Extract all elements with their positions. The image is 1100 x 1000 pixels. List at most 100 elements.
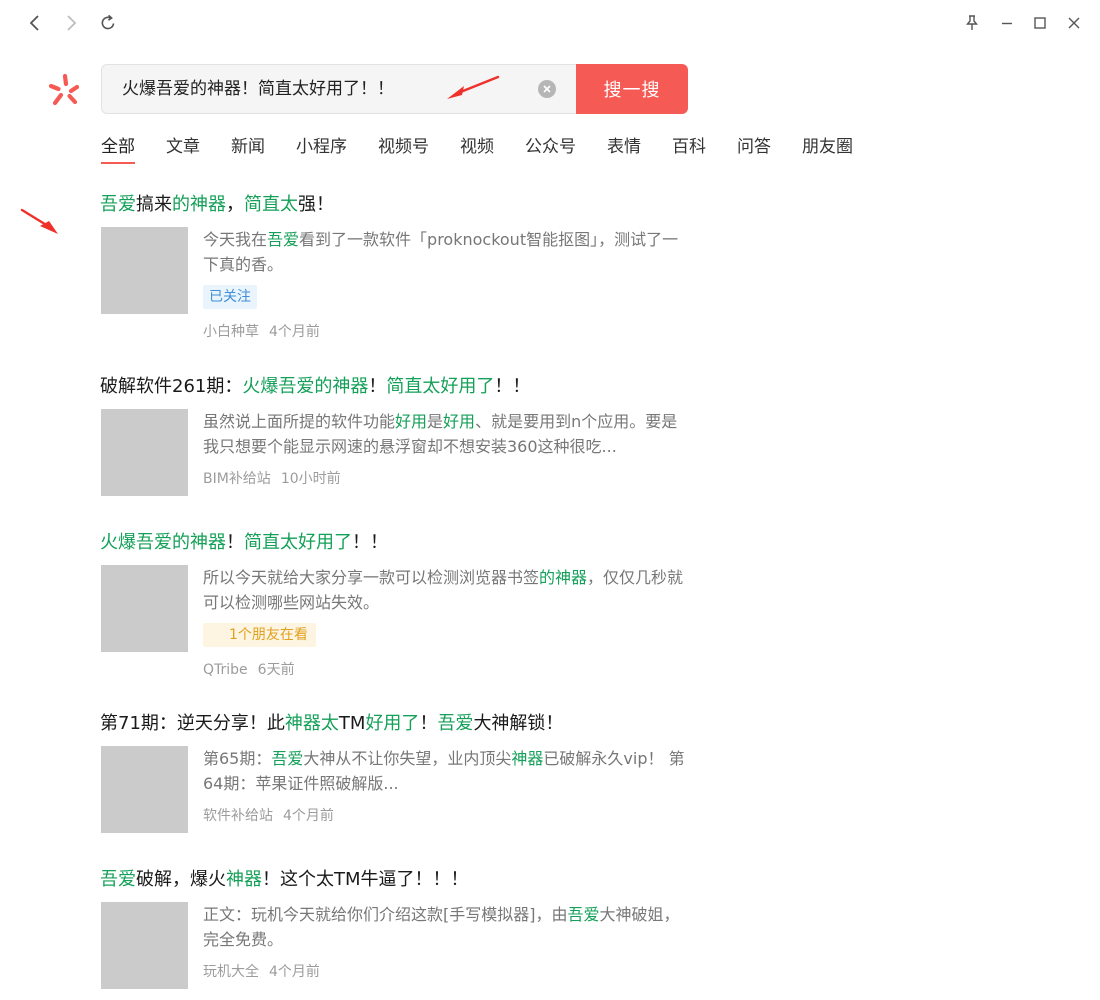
highlighted-keyword: 简直太好用了 <box>244 532 352 553</box>
text-segment: 强！ <box>298 194 334 215</box>
result-meta: 玩机大全 4个月前 <box>203 961 320 981</box>
maximize-button[interactable] <box>1029 12 1051 34</box>
result-thumbnail <box>101 409 188 496</box>
result-snippet: 所以今天就给大家分享一款可以检测浏览器书签的神器，仅仅几秒就可以检测哪些网站失效… <box>203 565 691 615</box>
clear-search-button[interactable] <box>538 80 556 98</box>
tab-articles[interactable]: 文章 <box>166 134 200 164</box>
result-snippet: 虽然说上面所提的软件功能好用是好用、就是要用到n个应用。要是我只想要个能显示网速… <box>203 409 691 459</box>
highlighted-keyword: 吾爱 <box>100 869 136 890</box>
search-button[interactable]: 搜一搜 <box>576 64 688 114</box>
result-title[interactable]: 破解软件261期：火爆吾爱的神器！简直太好用了！！ <box>100 374 701 400</box>
text-segment: 虽然说上面所提的软件功能 <box>203 412 396 431</box>
result-meta: 软件补给站 4个月前 <box>203 805 334 825</box>
result-item[interactable]: 吾爱破解，爆火神器！这个太TM牛逼了！！！ 正文：玩机今天就给你们介绍这款[手写… <box>100 867 701 1000</box>
chevron-right-icon <box>67 15 77 31</box>
result-source[interactable]: QTribe <box>203 662 248 678</box>
text-segment: 所以今天就给大家分享一款可以检测浏览器书签 <box>203 568 540 587</box>
highlighted-keyword: 神器 <box>511 749 544 768</box>
highlighted-keyword: 火爆吾爱的神器 <box>100 532 226 553</box>
followed-badge: 已关注 <box>203 285 257 309</box>
text-segment: ！ <box>226 532 244 553</box>
result-title[interactable]: 吾爱破解，爆火神器！这个太TM牛逼了！！！ <box>100 867 701 893</box>
result-title[interactable]: 火爆吾爱的神器！简直太好用了！！ <box>100 530 701 556</box>
tab-encyclopedia[interactable]: 百科 <box>672 134 706 164</box>
text-segment: 破解软件261期： <box>100 376 243 397</box>
text-segment: ！！ <box>352 532 388 553</box>
result-source[interactable]: BIM补给站 <box>203 471 271 487</box>
tab-videos[interactable]: 视频 <box>460 134 494 164</box>
highlighted-keyword: 火爆吾爱的神器 <box>242 376 369 397</box>
refresh-icon <box>101 14 115 30</box>
text-segment: ！ <box>419 713 438 734</box>
highlighted-keyword: 好用 <box>395 412 428 431</box>
highlighted-keyword: 简直太好用了 <box>386 376 495 397</box>
result-snippet: 第65期：吾爱大神从不让你失望，业内顶尖神器已破解永久vip！ 第64期：苹果证… <box>203 746 691 796</box>
highlighted-keyword: 好用了 <box>365 713 420 734</box>
text-segment: 今天我在 <box>203 230 268 249</box>
pin-button[interactable] <box>961 12 983 34</box>
result-source[interactable]: 小白种草 <box>203 324 259 340</box>
tab-channels[interactable]: 视频号 <box>378 134 429 164</box>
highlighted-keyword: 神器太 <box>284 713 339 734</box>
result-meta: BIM补给站 10小时前 <box>203 468 341 488</box>
result-item[interactable]: 破解软件261期：火爆吾爱的神器！简直太好用了！！ 虽然说上面所提的软件功能好用… <box>100 374 701 519</box>
forward-button[interactable] <box>60 12 82 34</box>
highlighted-keyword: 吾爱 <box>271 749 304 768</box>
back-button[interactable] <box>24 12 46 34</box>
text-segment: 第65期： <box>203 749 272 768</box>
result-thumbnail <box>101 902 188 989</box>
search-input[interactable]: 火爆吾爱的神器！简直太好用了！！ <box>101 64 577 114</box>
result-item[interactable]: 火爆吾爱的神器！简直太好用了！！ 所以今天就给大家分享一款可以检测浏览器书签的神… <box>100 530 701 685</box>
result-thumbnail <box>101 227 188 314</box>
friends-reading-badge: 1个朋友在看 <box>203 623 316 647</box>
result-time: 4个月前 <box>269 964 320 980</box>
text-segment: 搞来 <box>136 194 172 215</box>
result-item[interactable]: 第71期：逆天分享！此神器太TM好用了！吾爱大神解锁！ 第65期：吾爱大神从不让… <box>100 711 701 856</box>
search-query-text: 火爆吾爱的神器！简直太好用了！！ <box>122 79 394 99</box>
result-snippet: 今天我在吾爱看到了一款软件「proknockout智能抠图」，测试了一下真的香。 <box>203 227 691 277</box>
tab-all[interactable]: 全部 <box>101 134 135 164</box>
annotation-arrow-icon <box>20 208 58 234</box>
highlighted-keyword: 好用 <box>443 412 476 431</box>
text-segment: ！ <box>368 376 387 397</box>
highlighted-keyword: 的神器 <box>172 194 226 215</box>
highlighted-keyword: 吾爱 <box>267 230 300 249</box>
result-title[interactable]: 第71期：逆天分享！此神器太TM好用了！吾爱大神解锁！ <box>100 711 701 737</box>
text-segment: 大神解锁！ <box>473 713 564 734</box>
result-meta: QTribe 6天前 <box>203 659 295 679</box>
result-snippet: 正文：玩机今天就给你们介绍这款[手写模拟器]，由吾爱大神破姐，完全免费。 <box>203 902 691 952</box>
text-segment: TM <box>338 713 366 734</box>
tab-qa[interactable]: 问答 <box>737 134 771 164</box>
highlighted-keyword: 吾爱 <box>567 905 600 924</box>
text-segment: 正文：玩机今天就给你们介绍这款[手写模拟器]，由 <box>203 905 568 924</box>
text-segment: 是 <box>427 412 444 431</box>
annotation-arrow-icon <box>447 75 500 99</box>
text-segment: ！这个太TM牛逼了！！！ <box>262 869 469 890</box>
tab-mini-programs[interactable]: 小程序 <box>296 134 347 164</box>
maximize-icon <box>1034 17 1046 29</box>
category-tabs: 全部 文章 新闻 小程序 视频号 视频 公众号 表情 百科 问答 朋友圈 <box>101 134 884 166</box>
tab-stickers[interactable]: 表情 <box>607 134 641 164</box>
minimize-button[interactable] <box>996 12 1018 34</box>
minimize-icon <box>1002 22 1012 25</box>
refresh-button[interactable] <box>97 12 119 34</box>
result-title[interactable]: 吾爱搞来的神器，简直太强！ <box>100 192 701 218</box>
result-source[interactable]: 软件补给站 <box>203 808 273 824</box>
text-segment: ！！ <box>494 376 531 397</box>
text-segment: ， <box>226 194 244 215</box>
result-time: 6天前 <box>257 662 295 678</box>
result-thumbnail <box>101 565 188 652</box>
result-item[interactable]: 吾爱搞来的神器，简直太强！ 今天我在吾爱看到了一款软件「proknockout智… <box>100 192 701 347</box>
close-window-button[interactable] <box>1063 12 1085 34</box>
highlighted-keyword: 吾爱 <box>437 713 474 734</box>
result-time: 4个月前 <box>283 808 334 824</box>
tab-moments[interactable]: 朋友圈 <box>802 134 853 164</box>
result-time: 4个月前 <box>269 324 320 340</box>
tab-news[interactable]: 新闻 <box>231 134 265 164</box>
close-icon <box>1068 17 1080 29</box>
text-segment: 破解，爆火 <box>136 869 226 890</box>
result-source[interactable]: 玩机大全 <box>203 964 259 980</box>
highlighted-keyword: 简直太 <box>244 194 298 215</box>
highlighted-keyword: 的神器 <box>539 568 588 587</box>
tab-official-accounts[interactable]: 公众号 <box>525 134 576 164</box>
